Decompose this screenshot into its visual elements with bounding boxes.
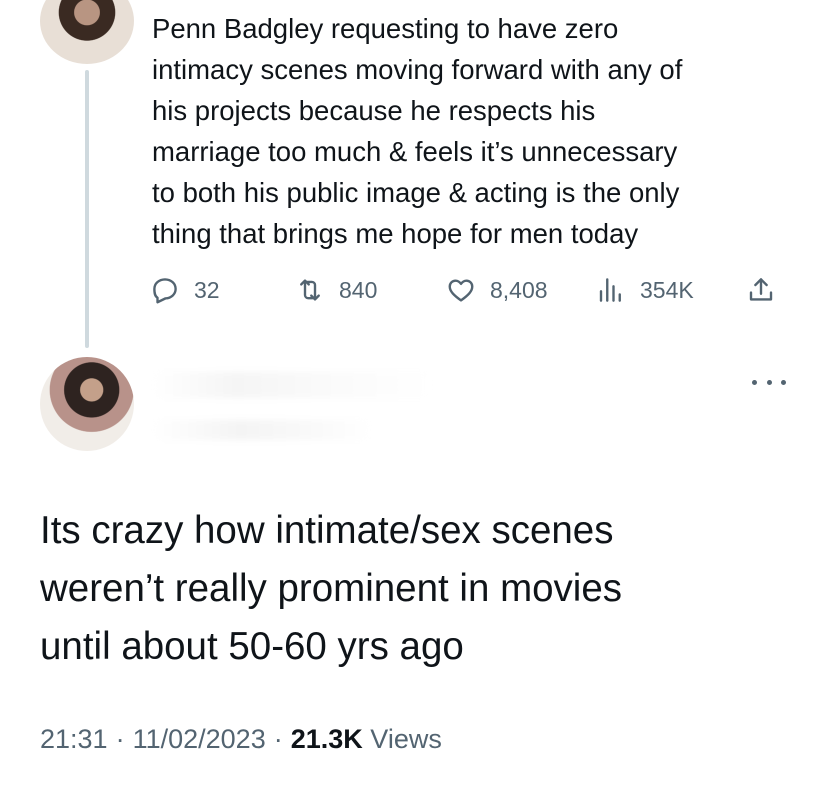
retweet-icon (300, 279, 320, 301)
meta-separator: · (273, 724, 283, 754)
blurred-username[interactable] (152, 420, 372, 440)
reply-avatar[interactable] (40, 357, 134, 451)
tweet-date[interactable]: 11/02/2023 (133, 724, 266, 754)
blurred-display-name[interactable] (152, 372, 432, 398)
parent-avatar[interactable] (40, 0, 134, 64)
parent-tweet-text: Penn Badgley requesting to have zero int… (152, 13, 683, 249)
more-dot (781, 379, 786, 385)
reply-button[interactable]: 32 (150, 272, 220, 308)
tweet-views-label: Views (370, 724, 442, 754)
reply-tweet-text: Its crazy how intimate/sex scenes weren’… (40, 509, 623, 668)
tweet-views-count[interactable]: 21.3K (291, 724, 363, 754)
more-dot (766, 379, 772, 385)
tweet-page: Penn Badgley requesting to have zero int… (0, 0, 828, 787)
share-icon (749, 278, 773, 301)
more-dot (752, 379, 757, 385)
reply-icon (153, 278, 177, 304)
tweet-time[interactable]: 21:31 (40, 724, 108, 754)
share-button[interactable] (746, 272, 776, 308)
tweet-meta: 21:31 · 11/02/2023 · 21.3K Views (40, 724, 442, 755)
parent-action-bar: 32 840 8,408 354K (150, 272, 790, 308)
views-icon (599, 278, 621, 302)
views-button[interactable]: 354K (596, 272, 694, 308)
like-button[interactable]: 8,408 (446, 272, 548, 308)
retweet-button[interactable]: 840 (295, 272, 377, 308)
meta-separator: · (115, 724, 125, 754)
retweet-count: 840 (339, 276, 378, 303)
like-icon (448, 279, 474, 302)
reply-count: 32 (194, 276, 220, 303)
views-count: 354K (640, 276, 694, 303)
like-count: 8,408 (490, 276, 548, 303)
thread-line (85, 70, 89, 348)
more-icon[interactable] (752, 374, 786, 390)
